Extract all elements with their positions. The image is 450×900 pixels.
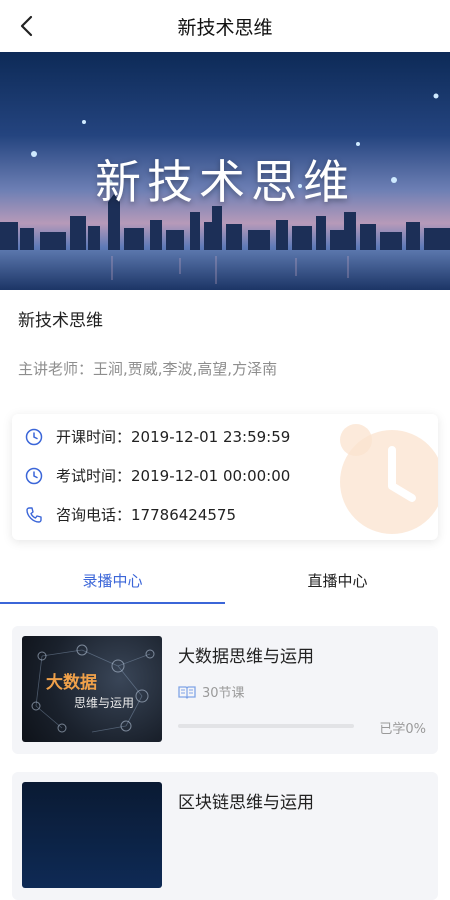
phone-label: 咨询电话： [56, 506, 132, 524]
exam-time-row: 考试时间： 2019-12-01 00:00:00 [24, 465, 290, 486]
course-thumbnail [22, 782, 162, 888]
alarm-clock-icon [340, 424, 438, 534]
center-tabs: 录播中心 直播中心 [0, 556, 450, 604]
course-name: 新技术思维 [18, 311, 103, 331]
progress-text: 已学0% [379, 722, 426, 737]
start-time-value: 2019-12-01 23:59:59 [131, 427, 291, 446]
page-title: 新技术思维 [177, 16, 273, 39]
course-info-card: 开课时间： 2019-12-01 23:59:59 考试时间： 2019-12-… [12, 414, 438, 540]
phone-value[interactable]: 17786424575 [131, 506, 236, 524]
thumbnail-subtitle: 思维与运用 [74, 696, 135, 710]
start-time-row: 开课时间： 2019-12-01 23:59:59 [24, 426, 290, 447]
lesson-count-text: 30节课 [202, 686, 245, 701]
course-title: 大数据思维与运用 [178, 647, 314, 667]
clock-icon [24, 427, 44, 447]
tab-live[interactable]: 直播中心 [225, 556, 450, 604]
progress-bar [178, 724, 354, 728]
course-teachers: 主讲老师：王涧,贾威,李波,高望,方泽南 [18, 360, 278, 378]
app-header: 新技术思维 [0, 0, 450, 52]
thumbnail-title: 大数据 [46, 673, 97, 693]
banner-title: 新技术思维 [95, 155, 355, 209]
exam-time-label: 考试时间： [56, 467, 132, 485]
course-banner: 新技术思维 [0, 52, 450, 290]
phone-row[interactable]: 咨询电话： 17786424575 [24, 504, 236, 525]
exam-time-value: 2019-12-01 00:00:00 [131, 466, 291, 485]
course-card[interactable]: 区块链思维与运用 [12, 772, 438, 900]
phone-icon [24, 505, 44, 525]
book-icon [178, 685, 196, 699]
course-title: 区块链思维与运用 [178, 793, 314, 813]
chevron-left-icon [20, 15, 33, 37]
course-card[interactable]: 大数据 思维与运用 大数据思维与运用 30节课 已学0% [12, 626, 438, 754]
back-button[interactable] [10, 10, 42, 42]
course-thumbnail: 大数据 思维与运用 [22, 636, 162, 742]
lesson-count: 30节课 [178, 682, 245, 701]
clock-icon [24, 466, 44, 486]
start-time-label: 开课时间： [56, 428, 132, 446]
tab-recorded[interactable]: 录播中心 [0, 556, 225, 604]
